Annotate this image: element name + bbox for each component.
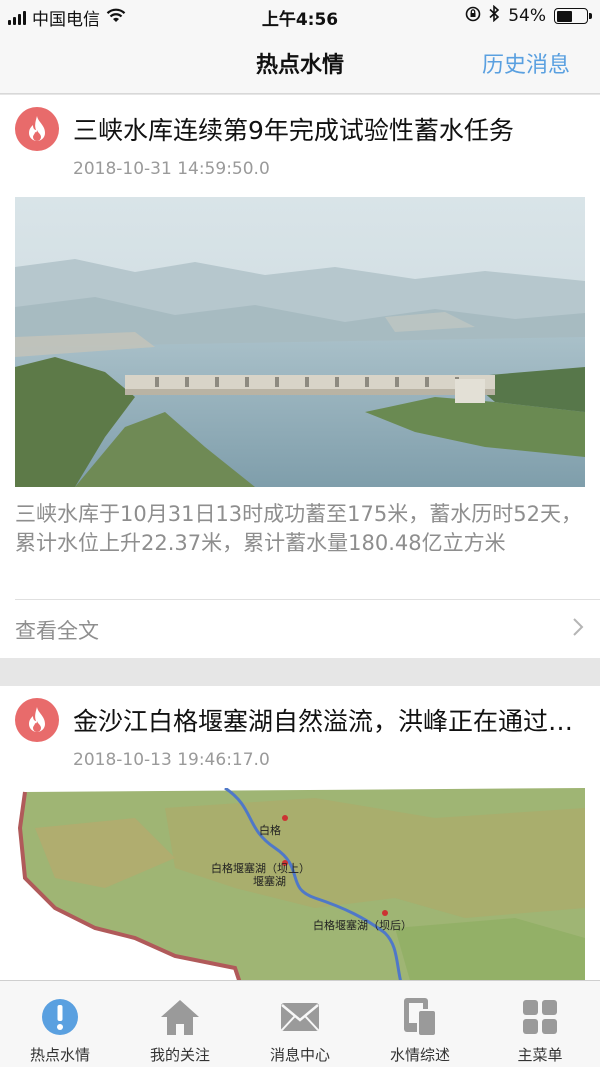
status-bar: 中国电信 上午4:56 54% [0, 0, 600, 32]
tab-hot-water-info[interactable]: 热点水情 [0, 981, 120, 1067]
tab-water-summary[interactable]: 水情综述 [360, 981, 480, 1067]
tab-label: 热点水情 [29, 1046, 90, 1064]
orientation-lock-icon [465, 6, 481, 27]
tab-my-follows[interactable]: 我的关注 [120, 981, 240, 1067]
tab-message-center[interactable]: 消息中心 [240, 981, 360, 1067]
mail-icon [278, 995, 322, 1039]
divider [15, 599, 600, 600]
fire-icon [15, 107, 59, 151]
news-card[interactable]: 金沙江白格堰塞湖自然溢流，洪峰正在通过… 2018-10-13 19:46:17… [0, 686, 600, 986]
read-full-text-link[interactable]: 查看全文 [15, 615, 99, 645]
status-right: 54% [465, 4, 592, 27]
relief-map-image[interactable]: 白格 白格堰塞湖（坝上） 堰塞湖 白格堰塞湖（坝后） [15, 788, 585, 986]
battery-level [556, 10, 573, 22]
tab-label: 水情综述 [389, 1046, 450, 1064]
news-card[interactable]: 三峡水库连续第9年完成试验性蓄水任务 2018-10-31 14:59:50.0 [0, 95, 600, 658]
three-gorges-dam-photo[interactable] [15, 197, 585, 487]
battery-percent: 54% [508, 6, 546, 26]
news-title[interactable]: 三峡水库连续第9年完成试验性蓄水任务 [73, 111, 584, 147]
map-label: 白格堰塞湖（坝后） [313, 918, 412, 932]
bluetooth-icon [489, 4, 500, 27]
news-timestamp: 2018-10-31 14:59:50.0 [73, 159, 270, 179]
chevron-right-icon[interactable] [572, 615, 584, 643]
document-icon [398, 995, 442, 1039]
news-timestamp: 2018-10-13 19:46:17.0 [73, 750, 270, 770]
history-messages-link[interactable]: 历史消息 [482, 47, 570, 79]
navigation-bar: 热点水情 历史消息 [0, 32, 600, 94]
grid-icon [518, 995, 562, 1039]
alert-icon [38, 995, 82, 1039]
tab-label: 我的关注 [149, 1046, 210, 1064]
map-label: 白格堰塞湖（坝上） [211, 861, 310, 875]
fire-icon [15, 698, 59, 742]
tab-label: 主菜单 [517, 1046, 563, 1064]
home-icon [158, 995, 202, 1039]
battery-icon [554, 8, 592, 24]
map-label: 堰塞湖 [253, 874, 286, 888]
news-summary: 三峡水库于10月31日13时成功蓄至175米，蓄水历时52天，累计水位上升22.… [15, 502, 582, 555]
tab-bar: 热点水情 我的关注 消息中心 水情综述 主菜单 [0, 980, 600, 1067]
news-title[interactable]: 金沙江白格堰塞湖自然溢流，洪峰正在通过… [73, 702, 584, 738]
tab-label: 消息中心 [269, 1046, 330, 1064]
map-label: 白格 [259, 823, 281, 837]
tab-main-menu[interactable]: 主菜单 [480, 981, 600, 1067]
